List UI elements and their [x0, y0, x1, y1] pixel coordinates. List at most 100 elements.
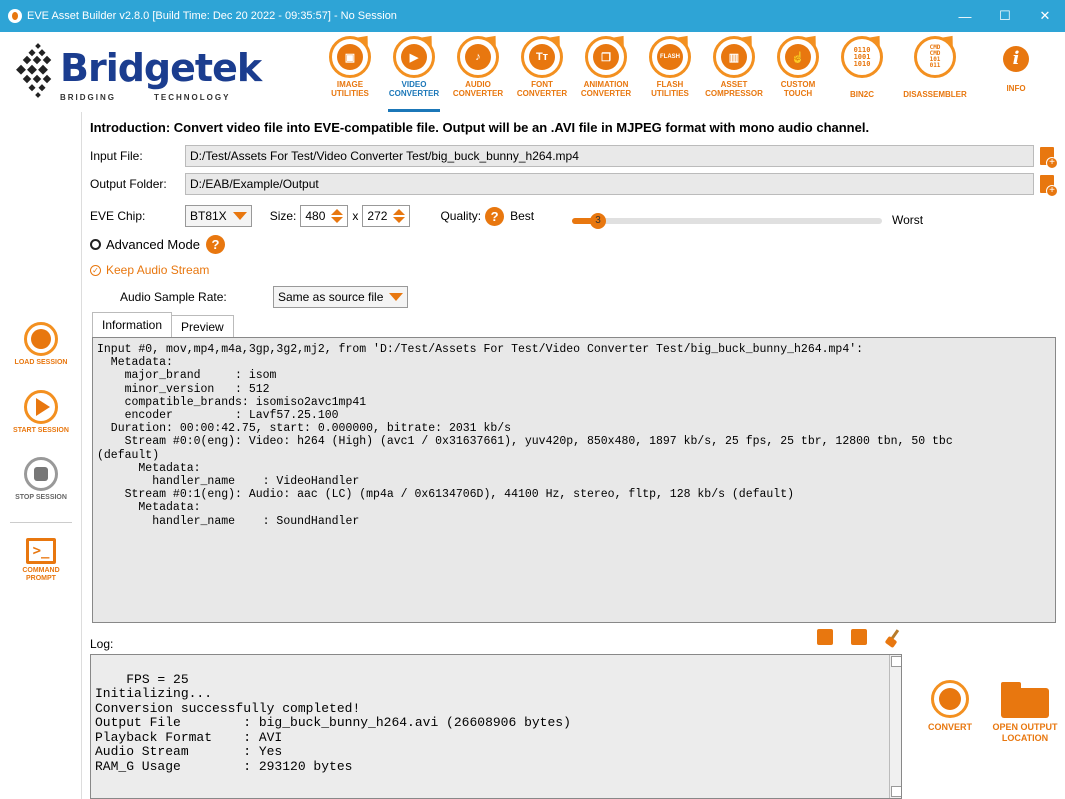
app-icon [8, 9, 22, 23]
browse-output-folder-icon[interactable] [1040, 175, 1058, 197]
video-converter-button[interactable]: ▶ VIDEO CONVERTER [382, 36, 446, 112]
window-controls: — ☐ ✕ [945, 0, 1065, 32]
load-session-button[interactable]: LOAD SESSION [0, 322, 82, 367]
bin2c-button[interactable]: 0110 1001 1010 BIN2C [830, 36, 894, 106]
stop-icon [24, 457, 58, 491]
tool-label: AUDIO CONVERTER [452, 80, 504, 98]
size-label: Size: [269, 209, 297, 223]
image-utilities-button[interactable]: ▣ IMAGE UTILITIES [318, 36, 382, 106]
tool-label: ASSET COMPRESSOR [705, 80, 763, 98]
input-file-field[interactable]: D:/Test/Assets For Test/Video Converter … [185, 145, 1034, 167]
log-text: FPS = 25 Initializing... Conversion succ… [95, 671, 571, 774]
log-toolbar [817, 629, 903, 647]
advanced-help-icon[interactable]: ? [205, 235, 225, 254]
tool-label: IMAGE UTILITIES [331, 80, 369, 98]
log-label: Log: [90, 637, 114, 651]
stop-session-button[interactable]: STOP SESSION [0, 457, 82, 502]
video-icon [931, 680, 969, 718]
animation-converter-button[interactable]: ❐ ANIMATION CONVERTER [574, 36, 638, 106]
broom-icon[interactable] [885, 629, 903, 647]
audio-converter-button[interactable]: ♪ AUDIO CONVERTER [446, 36, 510, 106]
keep-audio-label[interactable]: Keep Audio Stream [106, 263, 209, 277]
convert-button[interactable]: CONVERT [920, 680, 980, 733]
audio-sample-rate-label: Audio Sample Rate: [120, 290, 227, 304]
load-session-label: LOAD SESSION [14, 359, 68, 366]
audio-icon: ♪ [457, 36, 499, 78]
advanced-mode-radio[interactable] [90, 239, 101, 250]
spin-arrows-icon[interactable] [331, 209, 344, 223]
zip-icon: ▥ [713, 36, 755, 78]
tool-label: VIDEO CONVERTER [388, 80, 440, 98]
audio-sample-rate-dropdown[interactable]: Same as source file [273, 286, 409, 308]
flash-utilities-button[interactable]: FLASH FLASH UTILITIES [638, 36, 702, 106]
log-output[interactable]: FPS = 25 Initializing... Conversion succ… [90, 654, 902, 799]
advanced-mode-row: Advanced Mode ? [90, 235, 225, 254]
tool-label: CUSTOM TOUCH [780, 80, 816, 98]
output-folder-field[interactable]: D:/EAB/Example/Output [185, 173, 1034, 195]
spin-arrows-icon[interactable] [393, 209, 406, 223]
quality-help-icon[interactable]: ? [485, 206, 505, 226]
size-separator: x [352, 209, 359, 223]
slider-handle[interactable]: 3 [590, 213, 606, 229]
close-button[interactable]: ✕ [1025, 0, 1065, 32]
logo-mark-icon [16, 43, 52, 98]
disassembler-icon: CMD CMD 101 011 [914, 36, 956, 78]
asset-compressor-button[interactable]: ▥ ASSET COMPRESSOR [702, 36, 766, 106]
header: Bridgetek BRIDGING TECHNOLOGY ▣ IMAGE UT… [0, 32, 1065, 112]
session-sidebar: LOAD SESSION START SESSION STOP SESSION … [0, 112, 82, 799]
information-output[interactable]: Input #0, mov,mp4,m4a,3gp,3g2,mj2, from … [92, 337, 1056, 623]
width-spinbox[interactable]: 480 [300, 205, 349, 227]
output-tabs: Information Preview [92, 312, 234, 337]
height-value: 272 [367, 209, 388, 223]
eve-chip-label: EVE Chip: [90, 209, 146, 223]
stop-session-label: STOP SESSION [15, 494, 67, 501]
tab-information[interactable]: Information [92, 312, 173, 337]
chevron-down-icon [389, 293, 404, 301]
eve-chip-dropdown[interactable]: BT81X [185, 205, 252, 227]
browse-input-file-icon[interactable] [1040, 147, 1058, 169]
tool-label: FLASH UTILITIES [651, 80, 689, 98]
introduction-text: Introduction: Convert video file into EV… [90, 120, 870, 135]
tool-label: FONT CONVERTER [516, 80, 568, 98]
options-row: EVE Chip: BT81X Size: 480 x 272 Quality:… [90, 205, 534, 227]
keep-audio-row: ✓ Keep Audio Stream [90, 263, 209, 277]
advanced-mode-label[interactable]: Advanced Mode [106, 237, 200, 252]
height-spinbox[interactable]: 272 [362, 205, 411, 227]
log-scrollbar[interactable] [889, 655, 901, 798]
terminal-icon: >_ [26, 538, 56, 564]
font-icon: Tт [521, 36, 563, 78]
logo-tagline-left: BRIDGING [60, 93, 116, 102]
window-title: EVE Asset Builder v2.8.0 [Build Time: De… [27, 10, 397, 22]
width-value: 480 [305, 209, 326, 223]
slider-track [572, 218, 882, 224]
font-converter-button[interactable]: Tт FONT CONVERTER [510, 36, 574, 106]
eve-chip-value: BT81X [190, 209, 227, 223]
checkmark-icon[interactable]: ✓ [90, 264, 101, 276]
info-button[interactable]: i INFO [987, 46, 1045, 93]
custom-touch-button[interactable]: ☝ CUSTOM TOUCH [766, 36, 830, 106]
chevron-down-icon [232, 212, 247, 220]
open-output-location-button[interactable]: OPEN OUTPUT LOCATION [988, 682, 1062, 744]
quality-slider[interactable]: 3 [572, 213, 882, 229]
logo-tagline-right: TECHNOLOGY [154, 93, 231, 102]
command-prompt-button[interactable]: >_ COMMAND PROMPT [0, 538, 82, 583]
info-icon: i [1003, 46, 1029, 72]
output-folder-label: Output Folder: [90, 177, 167, 191]
quality-label: Quality: [440, 209, 482, 223]
title-bar: EVE Asset Builder v2.8.0 [Build Time: De… [0, 0, 1065, 32]
tab-preview[interactable]: Preview [172, 315, 234, 337]
minimize-button[interactable]: — [945, 0, 985, 32]
audio-sample-rate-value: Same as source file [278, 290, 384, 304]
binary-icon: 0110 1001 1010 [841, 36, 883, 78]
start-session-button[interactable]: START SESSION [0, 390, 82, 435]
bridgetek-logo: Bridgetek BRIDGING TECHNOLOGY [14, 40, 262, 106]
folder-icon [1001, 682, 1049, 718]
disassembler-button[interactable]: CMD CMD 101 011 DISASSEMBLER [894, 36, 976, 106]
touch-icon: ☝ [777, 36, 819, 78]
info-label: INFO [1006, 84, 1026, 93]
maximize-button[interactable]: ☐ [985, 0, 1025, 32]
terminal-icon[interactable] [817, 629, 833, 645]
copy-icon[interactable] [851, 629, 867, 645]
image-icon: ▣ [329, 36, 371, 78]
gears-icon [24, 322, 58, 356]
